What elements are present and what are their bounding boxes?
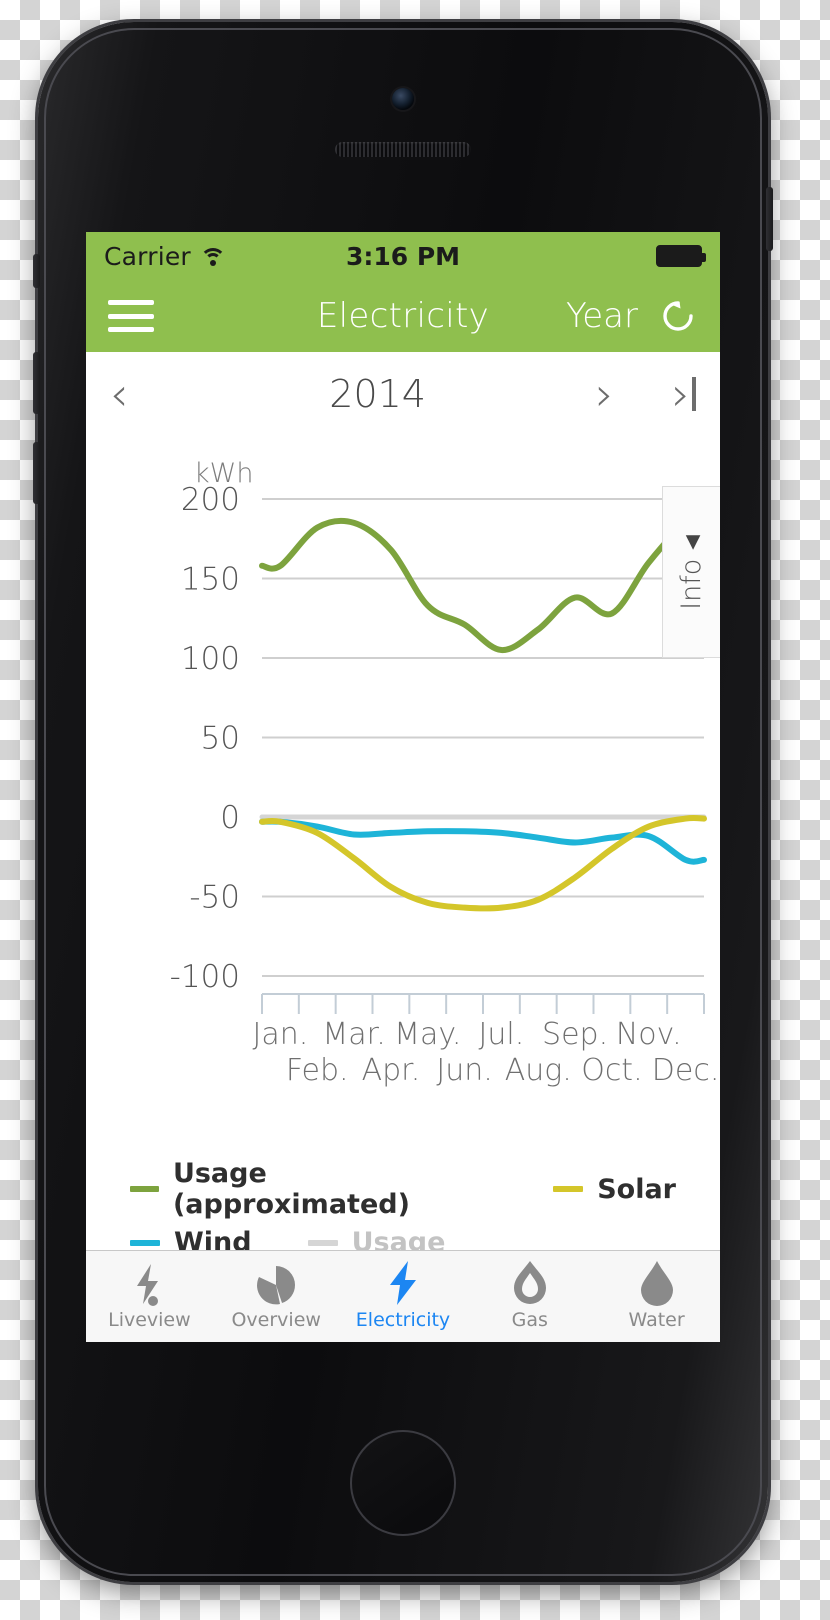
legend-item-solar[interactable]: Solar	[553, 1174, 676, 1205]
legend-color-swatch	[130, 1239, 160, 1246]
bottom-tab-bar: Liveview Overview Electricity Gas Water	[86, 1250, 720, 1342]
svg-text:Oct.: Oct.	[581, 1053, 642, 1088]
legend-item-usage-approximated[interactable]: Usage (approximated)	[130, 1158, 501, 1220]
energy-line-chart[interactable]: 200150100500-50-100Jan.Feb.Mar.Apr.May.J…	[86, 436, 720, 1136]
svg-text:Sep.: Sep.	[542, 1017, 608, 1052]
phone-screen: Carrier 3:16 PM Electricity Year ‹ 2014 …	[86, 232, 720, 1342]
volume-up-button[interactable]	[33, 352, 40, 414]
carrier-label: Carrier	[104, 241, 191, 271]
current-year-label: 2014	[329, 372, 426, 416]
tab-label: Water	[628, 1309, 685, 1331]
page-title: Electricity	[316, 296, 490, 336]
lightning-bolt-icon	[384, 1261, 422, 1306]
refresh-icon[interactable]	[658, 296, 698, 336]
svg-text:50: 50	[201, 721, 240, 757]
power-button[interactable]	[766, 187, 773, 251]
next-year-button[interactable]: ›	[595, 371, 613, 417]
status-bar-left: Carrier	[104, 242, 226, 271]
navigation-bar-right: Year	[566, 296, 698, 336]
tab-label: Liveview	[108, 1309, 191, 1331]
status-bar-time: 3:16 PM	[345, 241, 461, 271]
svg-text:Jan.: Jan.	[253, 1017, 309, 1052]
tab-electricity[interactable]: Electricity	[340, 1251, 467, 1342]
tab-gas[interactable]: Gas	[466, 1251, 593, 1342]
legend-row-1: Usage (approximated) Solar	[130, 1158, 676, 1220]
prev-year-button[interactable]: ‹	[110, 371, 128, 417]
svg-text:-50: -50	[189, 880, 240, 916]
svg-text:Feb.: Feb.	[286, 1053, 349, 1088]
pie-chart-icon	[255, 1262, 297, 1306]
tab-overview[interactable]: Overview	[213, 1251, 340, 1342]
status-bar-right	[656, 245, 706, 267]
chart-area: kWh 200 150 100 50 0 -50 -100 Jan. Feb. Mar. Apr. M…	[86, 436, 720, 1136]
wifi-icon	[199, 246, 226, 266]
legend-color-swatch	[307, 1239, 338, 1246]
info-panel-label: Info	[676, 558, 708, 610]
tab-label: Overview	[231, 1309, 321, 1331]
legend-label: Usage (approximated)	[172, 1158, 410, 1220]
caret-left-icon: ◀	[680, 534, 703, 550]
svg-text:Dec.: Dec.	[652, 1053, 720, 1088]
svg-text:100: 100	[181, 641, 240, 677]
phone-device: Carrier 3:16 PM Electricity Year ‹ 2014 …	[33, 22, 773, 1582]
svg-text:Aug.: Aug.	[505, 1053, 572, 1088]
legend-color-swatch	[130, 1186, 159, 1192]
volume-down-button[interactable]	[33, 442, 40, 504]
tab-label: Electricity	[355, 1309, 451, 1331]
home-button[interactable]	[350, 1430, 456, 1536]
lightning-dot-icon	[129, 1262, 169, 1306]
water-drop-icon	[639, 1261, 675, 1306]
earpiece-speaker	[335, 142, 471, 157]
status-bar: Carrier 3:16 PM	[86, 232, 720, 280]
date-navigation: ‹ 2014 › ›	[86, 352, 720, 436]
silent-switch[interactable]	[33, 254, 40, 288]
svg-text:Nov.: Nov.	[616, 1017, 682, 1052]
legend-label: Solar	[597, 1173, 676, 1205]
legend-color-swatch	[553, 1186, 584, 1192]
hamburger-menu-icon[interactable]	[108, 300, 154, 332]
navigation-bar: Electricity Year	[86, 280, 720, 352]
info-panel-tab[interactable]: Info ◀	[662, 486, 720, 658]
front-camera	[392, 88, 414, 110]
flame-icon	[510, 1261, 550, 1306]
period-selector[interactable]: Year	[566, 296, 638, 336]
tab-water[interactable]: Water	[593, 1251, 720, 1342]
svg-text:150: 150	[181, 562, 240, 598]
svg-text:-100: -100	[170, 959, 240, 995]
svg-text:Jul.: Jul.	[479, 1017, 525, 1052]
tab-label: Gas	[511, 1309, 548, 1331]
svg-text:May.: May.	[394, 1017, 461, 1052]
svg-text:200: 200	[181, 482, 240, 518]
svg-text:Apr.: Apr.	[362, 1053, 421, 1088]
tab-liveview[interactable]: Liveview	[86, 1251, 213, 1342]
svg-text:Jun.: Jun.	[436, 1053, 492, 1088]
svg-text:0: 0	[220, 800, 240, 836]
battery-full-icon	[656, 245, 706, 267]
last-year-button[interactable]: ›	[672, 371, 696, 417]
svg-text:Mar.: Mar.	[322, 1017, 385, 1052]
date-navigation-right: › ›	[595, 371, 696, 417]
